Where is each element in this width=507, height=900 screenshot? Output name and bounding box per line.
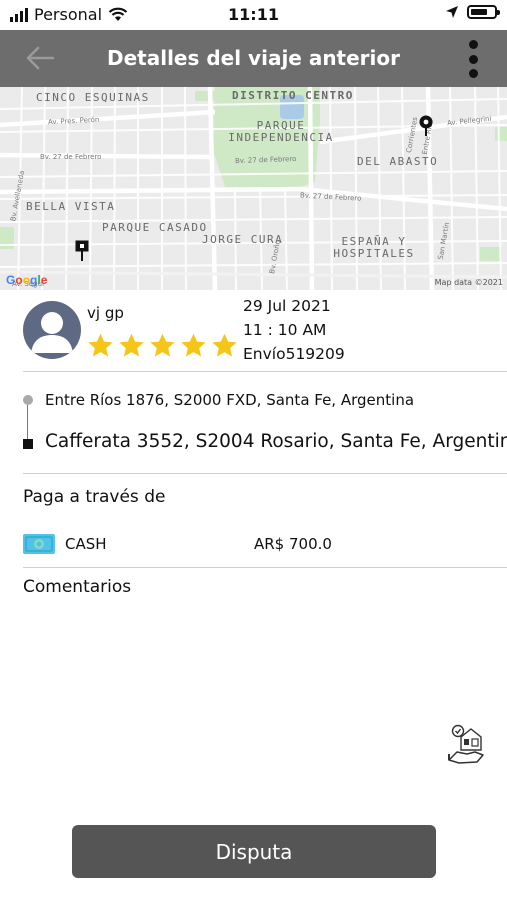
comments-heading: Comentarios [23,577,132,597]
destination-pin-icon[interactable] [75,240,89,262]
origin-pin-icon[interactable] [418,115,434,137]
map-label-distrito-centro: DISTRITO CENTRO [232,89,354,102]
driver-name: vj gp [87,304,124,322]
map-attribution: Map data ©2021 [434,278,503,287]
divider [23,371,507,372]
trip-time: 11 : 10 AM [243,321,327,339]
map-label-del-abasto: DEL ABASTO [357,155,439,168]
map-label-parque-independencia: PARQUE INDEPENDENCIA [228,119,334,144]
trip-date: 29 Jul 2021 [243,297,331,315]
avatar [23,301,81,359]
google-logo: Google [6,273,48,287]
status-right [445,5,500,19]
route-connector [27,405,28,439]
payment-method: CASH [65,535,107,553]
map-label-jorge-cura: JORGE CURA [202,233,284,246]
cash-icon [23,534,55,554]
rating-stars [86,332,239,360]
map-label-parque-casado: PARQUE CASADO [102,221,208,234]
page-title: Detalles del viaje anterior [106,46,401,70]
origin-address: Entre Ríos 1876, S2000 FXD, Santa Fe, Ar… [45,391,415,409]
map-label-cinco-esquinas: CINCO ESQUINAS [36,91,150,104]
destination-address: Cafferata 3552, S2004 Rosario, Santa Fe,… [45,431,507,452]
hand-house-icon[interactable] [447,724,485,764]
location-arrow-icon [446,6,458,18]
star-icon [88,333,113,357]
destination-square-icon [23,439,33,449]
dispute-button[interactable]: Disputa [72,825,436,878]
map-label-bella-vista: BELLA VISTA [26,200,116,213]
app-header: Detalles del viaje anterior [0,30,507,87]
origin-dot-icon [23,395,33,405]
street-27-febrero-1: Bv. 27 de Febrero [40,153,102,161]
trip-map[interactable]: CINCO ESQUINAS DISTRITO CENTRO PARQUE IN… [0,87,507,290]
user-silhouette-icon [31,312,73,353]
star-icon [212,333,237,357]
battery-icon [467,5,500,19]
fare-amount: AR$ 700.0 [254,535,332,553]
divider [23,567,507,568]
map-label-espana-hospitales: ESPAÑA Y HOSPITALES [333,235,415,260]
star-icon [181,333,206,357]
more-menu-button[interactable] [467,40,479,78]
trip-id: Envío519209 [243,345,345,363]
status-bar: Personal 11:11 [0,0,507,30]
star-icon [119,333,144,357]
clock: 11:11 [228,5,279,24]
star-icon [150,333,175,357]
payment-heading: Paga a través de [23,487,166,507]
more-vertical-icon [468,40,478,49]
divider [23,473,507,474]
